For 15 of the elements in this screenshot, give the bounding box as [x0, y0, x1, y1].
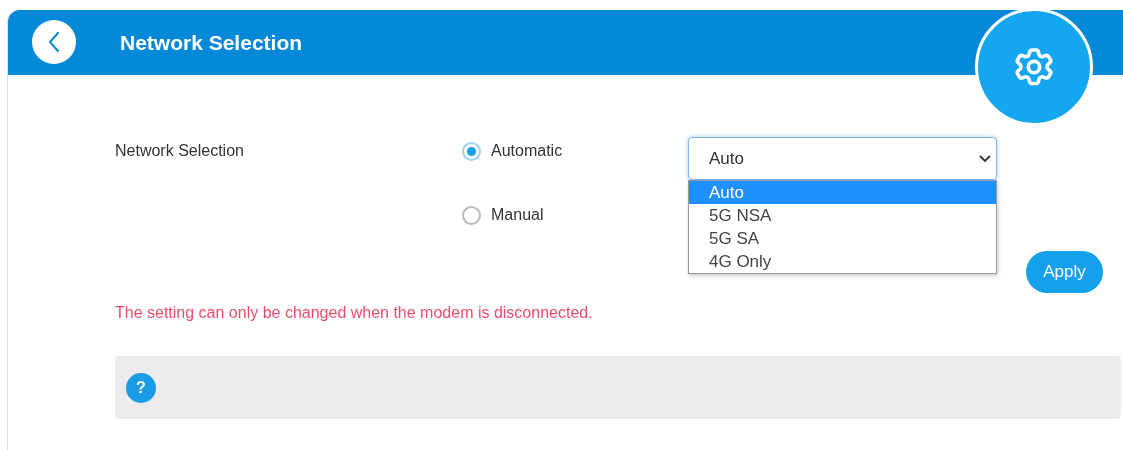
radio-option[interactable]: Manual: [462, 203, 544, 227]
radio-button[interactable]: [462, 141, 481, 161]
warning-message: The setting can only be changed when the modem is disconnected.: [115, 303, 594, 323]
dropdown-option[interactable]: 5G SA: [689, 227, 996, 250]
radio-button[interactable]: [462, 205, 481, 225]
dropdown-option[interactable]: 4G Only: [689, 250, 996, 273]
back-icon: [48, 30, 60, 53]
radio-option[interactable]: Automatic: [462, 139, 563, 163]
network-mode-select[interactable]: Auto: [688, 137, 997, 180]
chevron-down-icon: [979, 154, 991, 163]
help-icon: ?: [126, 372, 156, 403]
back-button[interactable]: [32, 19, 76, 64]
dropdown-option[interactable]: 5G NSA: [689, 204, 996, 227]
field-label: Network Selection: [115, 141, 245, 161]
page-title: Network Selection: [120, 29, 303, 56]
